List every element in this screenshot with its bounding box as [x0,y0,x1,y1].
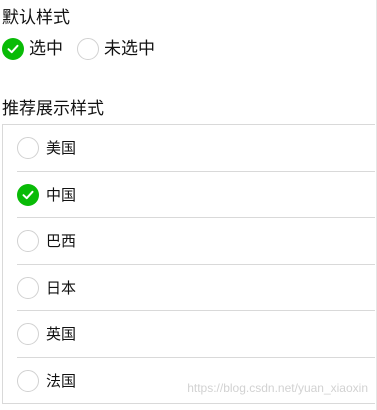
country-radio-list: 美国 中国 巴西 日本 英国 法国 [2,124,375,404]
check-icon [7,44,19,54]
radio-unchecked-icon[interactable] [77,38,99,60]
country-label: 巴西 [46,232,77,251]
country-label: 英国 [46,325,77,344]
list-item-japan[interactable]: 日本 [3,265,375,312]
list-item-usa[interactable]: 美国 [3,125,375,172]
country-label: 中国 [46,185,77,204]
recommended-style-title: 推荐展示样式 [2,99,104,119]
radio-checked-icon[interactable] [2,38,24,60]
radio-unchecked-icon[interactable] [17,276,39,299]
radio-label-selected: 选中 [29,39,63,59]
country-label: 日本 [46,278,77,297]
watermark-text: https://blog.csdn.net/yuan_xiaoxin [187,381,368,395]
radio-unchecked-icon[interactable] [17,369,39,392]
country-label: 法国 [46,371,77,390]
default-style-title: 默认样式 [2,8,70,28]
check-icon [22,190,34,199]
radio-unchecked-icon[interactable] [17,323,39,346]
radio-checked-icon[interactable] [17,183,39,206]
country-label: 美国 [46,139,77,158]
radio-unchecked-icon[interactable] [17,137,39,160]
radio-label-unselected: 未选中 [104,39,155,59]
list-item-uk[interactable]: 英国 [3,311,375,358]
radio-option-unselected[interactable]: 未选中 [77,37,155,61]
list-item-brazil[interactable]: 巴西 [3,218,375,265]
list-item-china[interactable]: 中国 [3,172,375,219]
radio-unchecked-icon[interactable] [17,230,39,253]
radio-option-selected[interactable]: 选中 [2,37,63,61]
default-radio-group: 选中 未选中 [2,37,169,61]
radio-demo-page: 默认样式 选中 未选中 推荐展示样式 美国 中国 巴西 日本 英国 法国 htt… [0,0,377,410]
